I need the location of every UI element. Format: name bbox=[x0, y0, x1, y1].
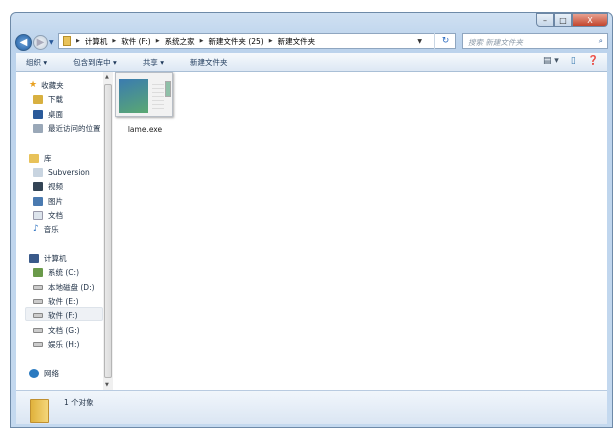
nav-item[interactable]: 桌面 bbox=[33, 107, 63, 121]
chevron-right-icon[interactable]: ▶ bbox=[112, 38, 116, 44]
exe-file-icon bbox=[115, 72, 173, 117]
documents-icon bbox=[33, 210, 43, 220]
nav-drive[interactable]: 文档 (G:) bbox=[33, 323, 80, 337]
maximize-button[interactable]: □ bbox=[554, 13, 572, 27]
minimize-button[interactable]: – bbox=[536, 13, 554, 27]
main-pane: ★ 收藏夹 下载 桌面 最近访问的位置 库 Subversion 视频 图片 文档… bbox=[16, 72, 607, 390]
computer-icon bbox=[29, 253, 39, 263]
nav-drive[interactable]: 系统 (C:) bbox=[33, 265, 79, 279]
nav-item[interactable]: 最近访问的位置 bbox=[33, 121, 101, 135]
folder-icon bbox=[30, 399, 49, 423]
file-name: lame.exe bbox=[127, 125, 163, 134]
drive-icon bbox=[33, 341, 43, 347]
nav-drive[interactable]: 娱乐 (H:) bbox=[33, 337, 79, 351]
include-in-library-button[interactable]: 包含到库中 ▾ bbox=[73, 57, 117, 68]
forward-button[interactable]: ▶ bbox=[33, 35, 48, 50]
subversion-icon bbox=[33, 167, 43, 177]
network-icon bbox=[29, 368, 39, 378]
nav-favorites[interactable]: ★ 收藏夹 bbox=[29, 78, 64, 92]
command-bar: 组织 ▾ 包含到库中 ▾ 共享 ▾ 新建文件夹 ▤ ▾ ▯ ❓ bbox=[16, 53, 607, 72]
nav-item[interactable]: ♪ 音乐 bbox=[33, 222, 59, 236]
system-drive-icon bbox=[33, 267, 43, 277]
preview-pane-icon[interactable]: ▯ bbox=[571, 56, 576, 66]
music-icon: ♪ bbox=[33, 224, 39, 234]
download-icon bbox=[33, 94, 43, 104]
library-icon bbox=[29, 153, 39, 163]
video-icon bbox=[33, 181, 43, 191]
nav-drive[interactable]: 软件 (E:) bbox=[33, 294, 79, 308]
close-button[interactable]: X bbox=[572, 13, 608, 27]
search-icon[interactable]: ⌕ bbox=[599, 36, 603, 46]
nav-network[interactable]: 网络 bbox=[29, 366, 59, 380]
pictures-icon bbox=[33, 196, 43, 206]
breadcrumb-item[interactable]: 软件 (F:) bbox=[121, 36, 151, 47]
scroll-down-icon[interactable]: ▼ bbox=[105, 382, 109, 388]
recent-places-icon bbox=[33, 123, 43, 133]
organize-button[interactable]: 组织 ▾ bbox=[26, 57, 47, 68]
breadcrumb-item[interactable]: 新建文件夹 bbox=[278, 36, 316, 47]
nav-drive-selected[interactable]: 软件 (F:) bbox=[33, 308, 78, 322]
drive-icon bbox=[33, 298, 43, 304]
refresh-button[interactable]: ↻ bbox=[434, 33, 456, 49]
scrollbar-thumb[interactable] bbox=[104, 84, 112, 378]
nav-libraries[interactable]: 库 bbox=[29, 151, 52, 165]
star-icon: ★ bbox=[29, 80, 38, 90]
view-options-icon[interactable]: ▤ ▾ bbox=[543, 56, 559, 66]
back-button[interactable]: ◀ bbox=[15, 34, 32, 51]
chevron-right-icon[interactable]: ▶ bbox=[156, 38, 160, 44]
status-bar: 1 个对象 bbox=[16, 390, 607, 424]
scroll-up-icon[interactable]: ▲ bbox=[105, 74, 109, 80]
address-dropdown-icon[interactable]: ▼ bbox=[417, 38, 422, 45]
explorer-window: – □ X ◀ ▶ ▼ ▶ 计算机 ▶ 软件 (F:) ▶ 系统之家 ▶ 新建文件夹 … bbox=[10, 12, 613, 428]
breadcrumb-item[interactable]: 系统之家 bbox=[165, 36, 195, 47]
search-input[interactable]: 搜索 新建文件夹 ⌕ bbox=[462, 33, 608, 49]
nav-item[interactable]: 图片 bbox=[33, 194, 63, 208]
drive-icon bbox=[33, 327, 43, 333]
nav-item[interactable]: Subversion bbox=[33, 165, 90, 179]
nav-item[interactable]: 下载 bbox=[33, 92, 63, 106]
file-item[interactable]: lame.exe bbox=[115, 72, 175, 134]
nav-drive[interactable]: 本地磁盘 (D:) bbox=[33, 280, 95, 294]
desktop-icon bbox=[33, 109, 43, 119]
chevron-right-icon[interactable]: ▶ bbox=[76, 38, 80, 44]
chevron-right-icon[interactable]: ▶ bbox=[200, 38, 204, 44]
item-count: 1 个对象 bbox=[64, 398, 94, 407]
folder-icon bbox=[63, 36, 71, 46]
nav-computer[interactable]: 计算机 bbox=[29, 251, 67, 265]
help-icon[interactable]: ❓ bbox=[588, 56, 599, 66]
chevron-right-icon[interactable]: ▶ bbox=[269, 38, 273, 44]
drive-icon bbox=[33, 284, 43, 290]
breadcrumb-item[interactable]: 计算机 bbox=[85, 36, 108, 47]
nav-item[interactable]: 文档 bbox=[33, 208, 63, 222]
address-bar[interactable]: ▶ 计算机 ▶ 软件 (F:) ▶ 系统之家 ▶ 新建文件夹 (25) ▶ 新建文件夹 … bbox=[58, 33, 456, 49]
drive-icon bbox=[33, 312, 43, 318]
recent-pages-dropdown[interactable]: ▼ bbox=[49, 39, 54, 46]
share-button[interactable]: 共享 ▾ bbox=[143, 57, 164, 68]
new-folder-button[interactable]: 新建文件夹 bbox=[190, 57, 228, 68]
nav-scrollbar[interactable]: ▲ ▼ bbox=[103, 72, 113, 390]
breadcrumb-item[interactable]: 新建文件夹 (25) bbox=[208, 36, 263, 47]
navigation-pane: ★ 收藏夹 下载 桌面 最近访问的位置 库 Subversion 视频 图片 文档… bbox=[16, 72, 113, 390]
nav-item[interactable]: 视频 bbox=[33, 179, 63, 193]
